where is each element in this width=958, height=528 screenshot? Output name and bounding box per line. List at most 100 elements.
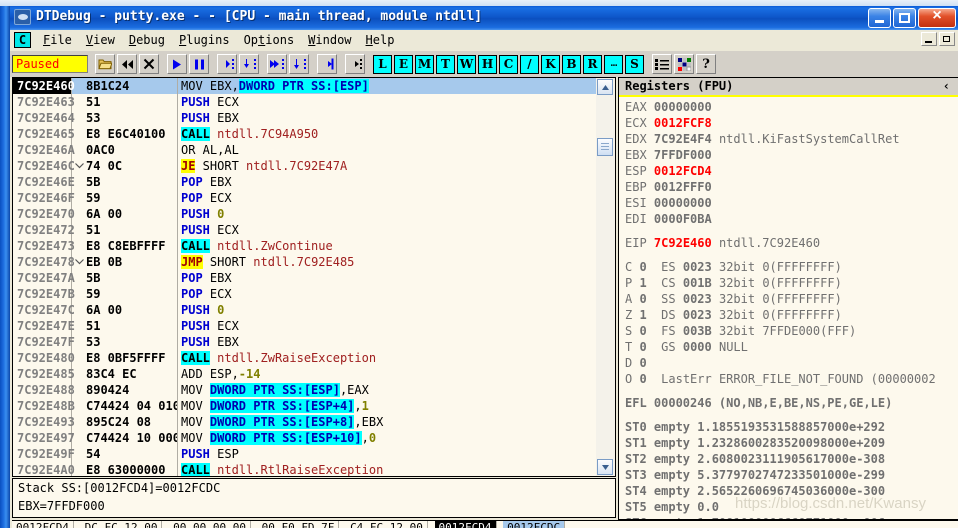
- fpu-row-st5[interactable]: ST5 empty 0.0: [625, 499, 958, 515]
- scroll-up-arrow[interactable]: [597, 79, 613, 95]
- close-button[interactable]: [918, 7, 956, 28]
- mdi-restore-button[interactable]: [939, 32, 955, 46]
- trace-over-icon[interactable]: [267, 54, 287, 74]
- disassembly-hex: 5B: [86, 270, 178, 286]
- toolbar-button-more[interactable]: ...: [604, 54, 623, 74]
- execute-till-user-code-icon[interactable]: [345, 54, 365, 74]
- disassembly-row[interactable]: 7C92E472 51 PUSH ECX: [13, 222, 596, 238]
- disassembly-row[interactable]: 7C92E485 83C4 EC ADD ESP,-14: [13, 366, 596, 382]
- step-into-icon[interactable]: [239, 54, 259, 74]
- disassembly-row[interactable]: 7C92E465 E8 E6C40100 CALL ntdll.7C94A950: [13, 126, 596, 142]
- toolbar-button-E[interactable]: E: [394, 54, 413, 74]
- title-bar[interactable]: DTDebug - putty.exe - - [CPU - main thre…: [10, 6, 958, 30]
- close-x-icon[interactable]: [139, 54, 159, 74]
- disassembly-row[interactable]: 7C92E48B C74424 04 0100 MOV DWORD PTR SS:[…: [13, 398, 596, 414]
- toolbar-button-slash[interactable]: /: [520, 54, 539, 74]
- register-row-efl[interactable]: EFL 00000246 (NO,NB,E,BE,NS,PE,GE,LE): [625, 395, 958, 411]
- toolbar-button-W[interactable]: W: [457, 54, 476, 74]
- disassembly-row[interactable]: 7C92E46C 74 0C JE SHORT ntdll.7C92E47A: [13, 158, 596, 174]
- disassembly-row[interactable]: 7C92E47E 51 PUSH ECX: [13, 318, 596, 334]
- disassembly-row[interactable]: 7C92E46E 5B POP EBX: [13, 174, 596, 190]
- chevron-left-icon[interactable]: ‹: [943, 78, 950, 95]
- register-row-edx[interactable]: EDX 7C92E4F4 ntdll.KiFastSystemCallRet: [625, 131, 958, 147]
- registers-pane[interactable]: Registers (FPU) ‹ EAX 00000000 ECX 0012FC…: [618, 77, 958, 520]
- flag-row-c[interactable]: C 0 ES 0023 32bit 0(FFFFFFFF): [625, 259, 958, 275]
- flag-row-a[interactable]: A 0 SS 0023 32bit 0(FFFFFFFF): [625, 291, 958, 307]
- run-icon[interactable]: [167, 54, 187, 74]
- disassembly-row[interactable]: 7C92E460 8B1C24 MOV EBX,DWORD PTR SS:[ESP]: [13, 78, 596, 94]
- minimize-button[interactable]: [868, 8, 891, 28]
- menu-window[interactable]: Window: [301, 32, 358, 48]
- hex-dump-pane[interactable]: 0012FCD4 DC FC 12 00 00 00 00 00 00 F0 F…: [12, 520, 958, 528]
- fpu-row-st2[interactable]: ST2 empty 2.6080023111905617000e-308: [625, 451, 958, 467]
- mdi-child-icon[interactable]: C: [14, 32, 31, 48]
- maximize-button[interactable]: [893, 8, 916, 28]
- register-row-eip[interactable]: EIP 7C92E460 ntdll.7C92E460: [625, 235, 958, 251]
- list-icon[interactable]: [652, 54, 672, 74]
- flag-row-d[interactable]: D 0: [625, 355, 958, 371]
- menu-file[interactable]: File: [36, 32, 79, 48]
- disassembly-row[interactable]: 7C92E47C 6A 00 PUSH 0: [13, 302, 596, 318]
- disassembly-scrollbar[interactable]: [596, 77, 616, 477]
- register-row-esp[interactable]: ESP 0012FCD4: [625, 163, 958, 179]
- help-icon[interactable]: ?: [696, 54, 716, 74]
- disassembly-row[interactable]: 7C92E47A 5B POP EBX: [13, 270, 596, 286]
- disassembly-row[interactable]: 7C92E497 C74424 10 0000 MOV DWORD PTR SS:[…: [13, 430, 596, 446]
- disassembly-row[interactable]: 7C92E4A0 E8 63000000 CALL ntdll.RtlRaiseEx…: [13, 462, 596, 476]
- disassembly-row[interactable]: 7C92E47F 53 PUSH EBX: [13, 334, 596, 350]
- disassembly-row[interactable]: 7C92E46F 59 POP ECX: [13, 190, 596, 206]
- fpu-row-st3[interactable]: ST3 empty 5.3779702747233501000e-299: [625, 467, 958, 483]
- menu-help[interactable]: Help: [359, 32, 402, 48]
- toolbar-button-K[interactable]: K: [541, 54, 560, 74]
- open-folder-icon[interactable]: [95, 54, 115, 74]
- fpu-row-st1[interactable]: ST1 empty 1.2328600283520098000e+209: [625, 435, 958, 451]
- step-over-icon[interactable]: [217, 54, 237, 74]
- register-name: ESI: [625, 196, 647, 210]
- disassembly-row[interactable]: 7C92E478 EB 0B JMP SHORT ntdll.7C92E485: [13, 254, 596, 270]
- toolbar-button-T[interactable]: T: [436, 54, 455, 74]
- toolbar-button-R[interactable]: R: [583, 54, 602, 74]
- disassembly-row[interactable]: 7C92E473 E8 C8EBFFFF CALL ntdll.ZwContinue: [13, 238, 596, 254]
- flag-row-p[interactable]: P 1 CS 001B 32bit 0(FFFFFFFF): [625, 275, 958, 291]
- disassembly-row[interactable]: 7C92E49F 54 PUSH ESP: [13, 446, 596, 462]
- toolbar-button-B[interactable]: B: [562, 54, 581, 74]
- toolbar-button-S[interactable]: S: [625, 54, 644, 74]
- register-row-ecx[interactable]: ECX 0012FCF8: [625, 115, 958, 131]
- disassembly-row[interactable]: 7C92E463 51 PUSH ECX: [13, 94, 596, 110]
- trace-into-icon[interactable]: [289, 54, 309, 74]
- flag-row-t[interactable]: T 0 GS 0000 NULL: [625, 339, 958, 355]
- disassembly-row[interactable]: 7C92E488 890424 MOV DWORD PTR SS:[ESP],EAX: [13, 382, 596, 398]
- menu-debug[interactable]: Debug: [122, 32, 172, 48]
- mdi-minimize-button[interactable]: [921, 32, 937, 46]
- execute-till-return-icon[interactable]: [317, 54, 337, 74]
- flag-row-z[interactable]: Z 1 DS 0023 32bit 0(FFFFFFFF): [625, 307, 958, 323]
- disassembly-pane[interactable]: 7C92E460 8B1C24 MOV EBX,DWORD PTR SS:[ESP]…: [12, 77, 596, 477]
- menu-plugins[interactable]: Plugins: [172, 32, 237, 48]
- flag-row-s[interactable]: S 0 FS 003B 32bit 7FFDE000(FFF): [625, 323, 958, 339]
- rewind-icon[interactable]: [117, 54, 137, 74]
- menu-view[interactable]: View: [79, 32, 122, 48]
- disassembly-row[interactable]: 7C92E464 53 PUSH EBX: [13, 110, 596, 126]
- toolbar-button-C[interactable]: C: [499, 54, 518, 74]
- register-row-eax[interactable]: EAX 00000000: [625, 99, 958, 115]
- scrollbar-thumb[interactable]: [597, 138, 613, 156]
- register-row-edi[interactable]: EDI 0000F0BA: [625, 211, 958, 227]
- disassembly-row[interactable]: 7C92E480 E8 0BF5FFFF CALL ntdll.ZwRaiseExc…: [13, 350, 596, 366]
- menu-options[interactable]: Options: [237, 32, 302, 48]
- fpu-row-st4[interactable]: ST4 empty 2.5652260696745036000e-300: [625, 483, 958, 499]
- colors-icon[interactable]: [674, 54, 694, 74]
- toolbar-button-L[interactable]: L: [373, 54, 392, 74]
- disassembly-row[interactable]: 7C92E493 895C24 08 MOV DWORD PTR SS:[ESP+8…: [13, 414, 596, 430]
- fpu-row-st0[interactable]: ST0 empty 1.1855193531588857000e+292: [625, 419, 958, 435]
- toolbar-button-H[interactable]: H: [478, 54, 497, 74]
- register-row-esi[interactable]: ESI 00000000: [625, 195, 958, 211]
- disassembly-row[interactable]: 7C92E470 6A 00 PUSH 0: [13, 206, 596, 222]
- register-row-ebx[interactable]: EBX 7FFDF000: [625, 147, 958, 163]
- pause-icon[interactable]: [189, 54, 209, 74]
- register-row-ebp[interactable]: EBP 0012FFF0: [625, 179, 958, 195]
- disassembly-row[interactable]: 7C92E46A 0AC0 OR AL,AL: [13, 142, 596, 158]
- scroll-down-arrow[interactable]: [597, 459, 613, 475]
- disassembly-row[interactable]: 7C92E47B 59 POP ECX: [13, 286, 596, 302]
- toolbar-button-M[interactable]: M: [415, 54, 434, 74]
- flag-row-o[interactable]: O 0 LastErr ERROR_FILE_NOT_FOUND (000000…: [625, 371, 958, 387]
